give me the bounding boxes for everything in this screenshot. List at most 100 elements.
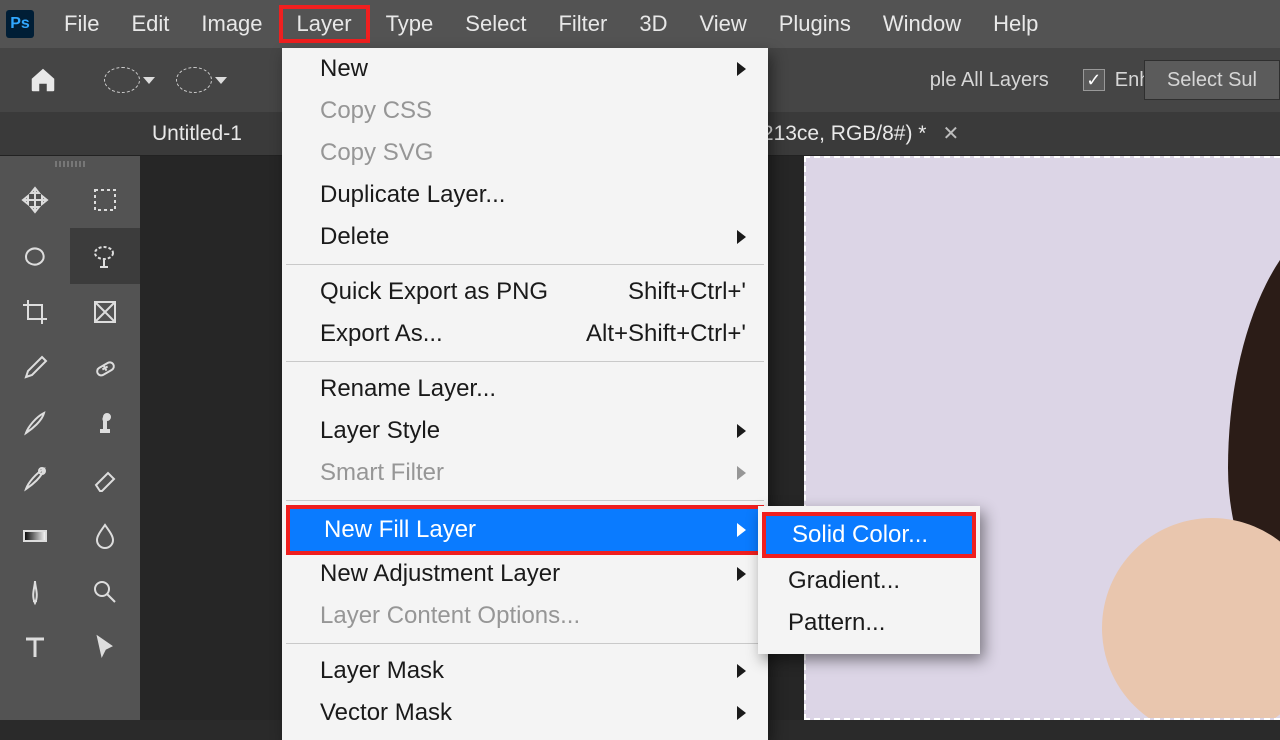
tab-close-icon[interactable]: ✕: [942, 121, 959, 146]
tool-eyedrop[interactable]: [0, 340, 70, 396]
home-button[interactable]: [22, 59, 64, 101]
submenu-arrow-icon: [737, 459, 746, 487]
submenu-arrow-icon: [737, 55, 746, 83]
tool-gradient[interactable]: [0, 508, 70, 564]
tool-frame[interactable]: [70, 284, 140, 340]
tool-quick-select[interactable]: [70, 228, 140, 284]
quick-select-icon: [90, 241, 120, 271]
healing-icon: [90, 353, 120, 383]
tool-healing[interactable]: [70, 340, 140, 396]
tool-eraser[interactable]: [70, 452, 140, 508]
lasso-icon: [20, 241, 50, 271]
brush-preset-2[interactable]: [176, 67, 212, 93]
menu-item-label: Rename Layer...: [320, 375, 496, 403]
menu-item-export-as[interactable]: Export As... Alt+Shift+Ctrl+': [282, 313, 768, 355]
history-icon: [20, 465, 50, 495]
tool-dodge[interactable]: [70, 564, 140, 620]
menu-item-label: Layer Content Options...: [320, 602, 580, 630]
menu-item-label: New Adjustment Layer: [320, 560, 560, 588]
tool-stamp[interactable]: [70, 396, 140, 452]
menu-shortcut: Alt+Shift+Ctrl+': [586, 320, 746, 348]
pen-icon: [20, 577, 50, 607]
menu-item-new-fill-layer[interactable]: New Fill Layer: [286, 505, 764, 555]
tool-marquee[interactable]: [70, 172, 140, 228]
marquee-icon: [90, 185, 120, 215]
menubar: Ps File Edit Image Layer Type Select Fil…: [0, 0, 1280, 48]
tab-title-right[interactable]: 213ce, RGB/8#) *: [762, 122, 927, 146]
menu-item-layer-style[interactable]: Layer Style: [282, 410, 768, 452]
menu-window[interactable]: Window: [867, 5, 977, 43]
menu-shortcut: Shift+Ctrl+': [628, 278, 746, 306]
menu-item-label: Export As...: [320, 320, 443, 348]
menu-view[interactable]: View: [683, 5, 762, 43]
menu-item-label: Layer Style: [320, 417, 440, 445]
menu-separator: [286, 643, 764, 644]
stamp-icon: [90, 409, 120, 439]
submenu-item-solid-color[interactable]: Solid Color...: [762, 512, 976, 558]
menu-item-smart-filter: Smart Filter: [282, 452, 768, 494]
menu-select[interactable]: Select: [449, 5, 542, 43]
menu-item-label: Duplicate Layer...: [320, 181, 505, 209]
submenu-item-pattern[interactable]: Pattern...: [758, 602, 980, 644]
menu-item-layer-mask[interactable]: Layer Mask: [282, 650, 768, 692]
menu-3d[interactable]: 3D: [623, 5, 683, 43]
crop-icon: [20, 297, 50, 327]
toolbox-grip[interactable]: [0, 156, 140, 172]
menu-separator: [286, 361, 764, 362]
tool-brush[interactable]: [0, 396, 70, 452]
app-logo: Ps: [6, 10, 34, 38]
menu-item-label: New: [320, 55, 368, 83]
frame-icon: [90, 297, 120, 327]
submenu-arrow-icon: [737, 417, 746, 445]
menu-image[interactable]: Image: [185, 5, 278, 43]
eyedrop-icon: [20, 353, 50, 383]
brush-icon: [20, 409, 50, 439]
menu-item-layer-content-options: Layer Content Options...: [282, 595, 768, 637]
tool-lasso[interactable]: [0, 228, 70, 284]
new-fill-layer-submenu: Solid Color...Gradient...Pattern...: [758, 506, 980, 654]
submenu-arrow-icon: [737, 560, 746, 588]
layer-menu-dropdown: NewCopy CSSCopy SVGDuplicate Layer...Del…: [282, 48, 768, 740]
menu-item-duplicate-layer[interactable]: Duplicate Layer...: [282, 174, 768, 216]
submenu-arrow-icon: [737, 699, 746, 727]
tool-move[interactable]: [0, 172, 70, 228]
enhance-edge-checkbox[interactable]: ✓: [1083, 69, 1105, 91]
menu-type[interactable]: Type: [370, 5, 450, 43]
tool-type[interactable]: [0, 620, 70, 676]
menu-item-rename-layer[interactable]: Rename Layer...: [282, 368, 768, 410]
menu-layer[interactable]: Layer: [279, 5, 370, 43]
menu-separator: [286, 264, 764, 265]
blur-icon: [90, 521, 120, 551]
tool-pen[interactable]: [0, 564, 70, 620]
menu-plugins[interactable]: Plugins: [763, 5, 867, 43]
menu-item-vector-mask[interactable]: Vector Mask: [282, 692, 768, 734]
menu-item-new[interactable]: New: [282, 48, 768, 90]
menu-item-new-adjustment-layer[interactable]: New Adjustment Layer: [282, 553, 768, 595]
tab-title-left[interactable]: Untitled-1: [152, 122, 242, 146]
menu-item-quick-export-as-png[interactable]: Quick Export as PNGShift+Ctrl+': [282, 271, 768, 313]
move-icon: [20, 185, 50, 215]
tool-crop[interactable]: [0, 284, 70, 340]
brush-preset-1[interactable]: [104, 67, 140, 93]
sample-all-layers-label: ple All Layers: [930, 69, 1049, 92]
select-subject-button[interactable]: Select Sul: [1144, 60, 1280, 100]
home-icon: [28, 65, 58, 95]
dodge-icon: [90, 577, 120, 607]
tool-path-sel[interactable]: [70, 620, 140, 676]
submenu-arrow-icon: [737, 657, 746, 685]
menu-item-delete[interactable]: Delete: [282, 216, 768, 258]
submenu-item-gradient[interactable]: Gradient...: [758, 560, 980, 602]
menu-filter[interactable]: Filter: [542, 5, 623, 43]
menu-item-label: Smart Filter: [320, 459, 444, 487]
menu-edit[interactable]: Edit: [115, 5, 185, 43]
menu-item-copy-svg: Copy SVG: [282, 132, 768, 174]
menu-item-label: Delete: [320, 223, 389, 251]
menu-item-label: New Fill Layer: [324, 516, 476, 544]
image-face: [1102, 518, 1280, 720]
submenu-arrow-icon: [737, 516, 746, 544]
tool-history[interactable]: [0, 452, 70, 508]
type-icon: [20, 633, 50, 663]
menu-file[interactable]: File: [48, 5, 115, 43]
menu-help[interactable]: Help: [977, 5, 1054, 43]
tool-blur[interactable]: [70, 508, 140, 564]
